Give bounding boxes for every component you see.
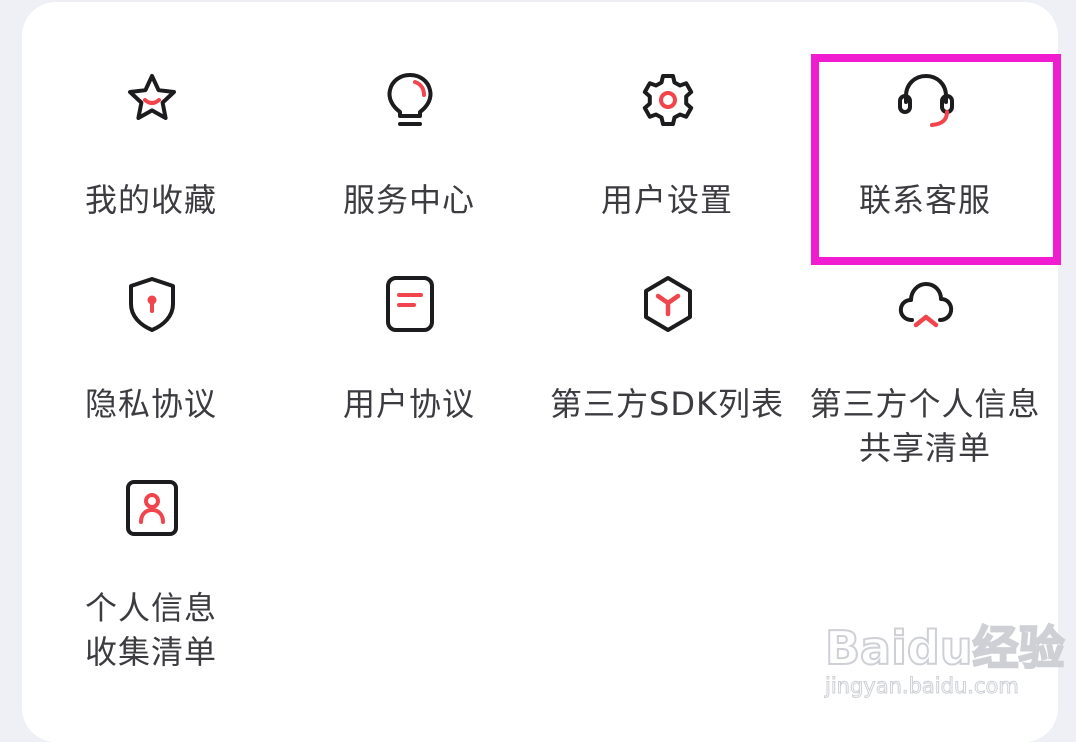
menu-item-label: 第三方SDK列表 (550, 385, 784, 423)
gear-icon (636, 68, 700, 132)
menu-item-label: 联系客服 (858, 181, 991, 219)
label-line-1: 个人信息 (84, 589, 217, 627)
menu-item-label: 我的收藏 (84, 181, 217, 219)
menu-item-label: 用户协议 (342, 385, 475, 423)
cube-icon (636, 272, 700, 336)
person-card-icon (120, 476, 184, 540)
menu-item-label: 第三方个人信息 共享清单 (796, 382, 1054, 470)
label-line-2: 收集清单 (84, 633, 217, 671)
shield-icon (120, 272, 184, 336)
menu-item-label: 个人信息 收集清单 (22, 586, 280, 674)
label-line-2: 共享清单 (858, 429, 991, 467)
menu-item-label: 服务中心 (342, 181, 475, 219)
star-icon (120, 68, 184, 132)
cloud-icon (894, 272, 958, 336)
menu-item-label: 隐私协议 (84, 385, 217, 423)
label-line-1: 第三方个人信息 (809, 385, 1041, 423)
document-icon (378, 272, 442, 336)
menu-item-label: 用户设置 (600, 181, 733, 219)
lightbulb-icon (378, 68, 442, 132)
headset-icon (894, 68, 958, 132)
